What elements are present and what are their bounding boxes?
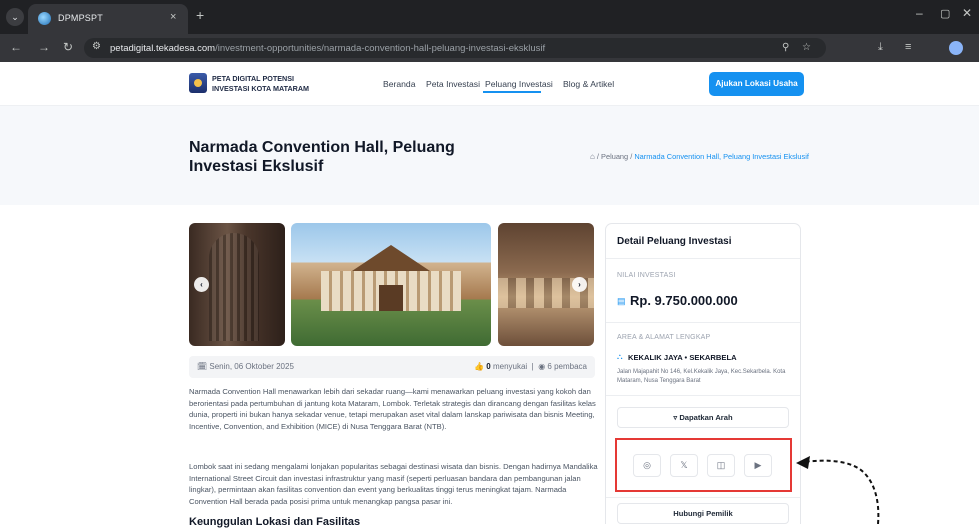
- section-heading: Keunggulan Lokasi dan Fasilitas: [189, 516, 361, 528]
- carousel-next-icon[interactable]: ›: [572, 277, 587, 292]
- zoom-icon[interactable]: ⚲: [782, 42, 789, 53]
- browser-tab-bar: ⌄ DPMPSPT × + – ▢ ✕: [0, 0, 979, 34]
- tab-title: DPMPSPT: [58, 13, 103, 23]
- building-entrance: [379, 285, 403, 311]
- site-header: PETA DIGITAL POTENSI INVESTASI KOTA MATA…: [0, 62, 979, 106]
- card-divider: [606, 258, 800, 259]
- social-icons-highlight-box: [615, 438, 792, 492]
- back-icon[interactable]: ←: [10, 40, 22, 54]
- card-divider: [606, 322, 800, 323]
- directions-icon: ▿: [673, 413, 678, 422]
- get-directions-button[interactable]: ▿ Dapatkan Arah: [617, 407, 789, 428]
- browser-tab[interactable]: DPMPSPT ×: [28, 4, 188, 34]
- full-address: Jalan Majapahit No 146, Kel.Kekalik Jaya…: [617, 369, 786, 384]
- contact-owner-button[interactable]: Hubungi Pemilik: [617, 503, 789, 524]
- card-divider: [606, 395, 800, 396]
- forward-icon[interactable]: →: [38, 40, 50, 54]
- article-meta: 🗓 Senin, 06 Oktober 2025 👍 0 menyukai | …: [189, 356, 595, 378]
- views-icon: ◉: [538, 362, 546, 371]
- area-label: AREA & ALAMAT LENGKAP: [617, 334, 711, 341]
- article-paragraph-2: Lombok saat ini sedang mengalami lonjaka…: [189, 462, 598, 506]
- active-nav-indicator: [483, 91, 541, 93]
- address-bar[interactable]: ⚙ petadigital.tekadesa.com/investment-op…: [84, 38, 826, 58]
- url-text: petadigital.tekadesa.com/investment-oppo…: [110, 43, 546, 54]
- breadcrumb-peluang[interactable]: Peluang: [601, 152, 628, 161]
- site-favicon-icon: [38, 12, 51, 25]
- article-stats: 👍 0 menyukai | ◉ 6 pembaca: [474, 362, 587, 371]
- window-maximize-icon[interactable]: ▢: [940, 7, 950, 20]
- home-icon[interactable]: ⌂: [590, 152, 595, 161]
- submit-location-button[interactable]: Ajukan Lokasi Usaha: [709, 72, 804, 96]
- like-icon[interactable]: 👍: [474, 362, 484, 371]
- city-logo-icon[interactable]: [189, 73, 207, 93]
- reload-icon[interactable]: ↻: [63, 40, 73, 54]
- site-logo-text[interactable]: PETA DIGITAL POTENSI INVESTASI KOTA MATA…: [212, 74, 309, 94]
- location-icon: ⛬: [617, 352, 623, 361]
- new-tab-icon[interactable]: +: [196, 7, 204, 23]
- breadcrumb: ⌂ / Peluang / Narmada Convention Hall, P…: [590, 152, 809, 161]
- gallery-photo-main[interactable]: [291, 223, 491, 346]
- profile-avatar[interactable]: [949, 41, 963, 55]
- nav-peta-investasi[interactable]: Peta Investasi: [426, 79, 480, 89]
- calendar-icon: 🗓: [197, 362, 208, 371]
- article-paragraph-1: Narmada Convention Hall menawarkan lebih…: [189, 387, 596, 431]
- nav-blog-artikel[interactable]: Blog & Artikel: [563, 79, 614, 89]
- carousel-prev-icon[interactable]: ‹: [194, 277, 209, 292]
- publish-date: 🗓 Senin, 06 Oktober 2025: [197, 362, 294, 371]
- building-roof: [349, 245, 433, 273]
- page-title: Narmada Convention Hall, Peluang Investa…: [189, 139, 455, 175]
- tab-search-icon[interactable]: ⌄: [6, 8, 24, 26]
- page-hero: [0, 106, 979, 205]
- card-title: Detail Peluang Investasi: [617, 236, 732, 247]
- nav-peluang-investasi[interactable]: Peluang Investasi: [485, 79, 553, 89]
- nav-beranda[interactable]: Beranda: [383, 79, 416, 89]
- bookmark-star-icon[interactable]: ☆: [802, 42, 811, 53]
- window-close-icon[interactable]: ✕: [962, 6, 972, 20]
- investment-value: Rp. 9.750.000.000: [630, 293, 738, 308]
- money-icon: ▤: [617, 296, 626, 306]
- site-info-icon[interactable]: ⚙: [92, 41, 101, 52]
- extensions-icon[interactable]: ≡: [905, 41, 911, 53]
- card-divider: [606, 497, 800, 498]
- area-value: KEKALIK JAYA • SEKARBELA: [628, 353, 737, 362]
- breadcrumb-current: Narmada Convention Hall, Peluang Investa…: [634, 152, 809, 161]
- tab-close-icon[interactable]: ×: [170, 11, 176, 23]
- window-minimize-icon[interactable]: –: [916, 6, 923, 20]
- download-icon[interactable]: ⤓: [878, 41, 883, 54]
- investment-label: NILAI INVESTASI: [617, 272, 676, 279]
- browser-toolbar: ← → ↻ ⚙ petadigital.tekadesa.com/investm…: [0, 34, 979, 62]
